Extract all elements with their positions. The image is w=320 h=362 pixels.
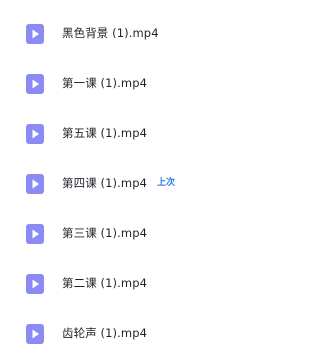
file-name: 第一课 (1).mp4 xyxy=(62,76,148,90)
file-name: 第二课 (1).mp4 xyxy=(62,276,148,290)
file-name: 齿轮声 (1).mp4 xyxy=(62,326,148,340)
file-row-lesson-3[interactable]: 第三课 (1).mp4 xyxy=(0,212,250,262)
file-name: 黑色背景 (1).mp4 xyxy=(62,26,159,40)
file-name: 第四课 (1).mp4 xyxy=(62,176,148,190)
file-name: 第五课 (1).mp4 xyxy=(62,126,148,140)
video-file-icon xyxy=(26,74,44,94)
file-row-lesson-4[interactable]: 第四课 (1).mp4 上次 xyxy=(0,162,250,212)
video-file-icon xyxy=(26,174,44,194)
last-played-badge: 上次 xyxy=(157,178,176,188)
video-file-icon xyxy=(26,124,44,144)
file-row-lesson-2[interactable]: 第二课 (1).mp4 xyxy=(0,262,250,312)
file-row-gear-sound[interactable]: 齿轮声 (1).mp4 xyxy=(0,312,250,362)
file-name: 第三课 (1).mp4 xyxy=(62,226,148,240)
file-row-lesson-1[interactable]: 第一课 (1).mp4 xyxy=(0,62,250,112)
file-row-lesson-5[interactable]: 第五课 (1).mp4 xyxy=(0,112,250,162)
video-file-icon xyxy=(26,224,44,244)
video-file-icon xyxy=(26,324,44,344)
file-list: 黑色背景 (1).mp4 第一课 (1).mp4 第五课 (1).mp4 第四课… xyxy=(0,0,250,354)
file-row-black-background[interactable]: 黑色背景 (1).mp4 xyxy=(0,12,250,62)
video-file-icon xyxy=(26,274,44,294)
video-file-icon xyxy=(26,24,44,44)
